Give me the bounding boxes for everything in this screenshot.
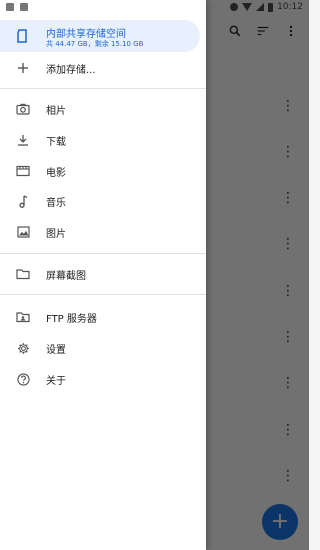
divider <box>0 294 206 295</box>
do-not-disturb-icon <box>230 3 239 11</box>
ftp-server-label: FTP 服务器 <box>46 313 97 325</box>
downloads-label: 下载 <box>46 136 66 148</box>
image-icon <box>16 225 30 239</box>
notification-app-icon <box>20 3 28 11</box>
camera-icon <box>16 102 30 116</box>
shared-folder-icon <box>16 310 30 324</box>
drawer-item-music[interactable]: 音乐 <box>0 186 206 216</box>
navigation-drawer: 内部共享存储空间 共 44.47 GB，剩余 15.10 GB 添加存储... … <box>0 0 206 550</box>
drawer-item-internal-storage[interactable]: 内部共享存储空间 共 44.47 GB，剩余 15.10 GB <box>0 20 200 52</box>
about-label: 关于 <box>46 375 66 387</box>
music-label: 音乐 <box>46 197 66 209</box>
movies-label: 电影 <box>46 167 66 179</box>
drawer-item-settings[interactable]: 设置 <box>0 333 206 363</box>
storage-label: 内部共享存储空间 <box>46 29 126 40</box>
gear-icon <box>16 341 30 355</box>
download-icon <box>16 133 30 147</box>
help-icon <box>16 372 30 386</box>
add-storage-label: 添加存储... <box>46 64 96 76</box>
photos-label: 相片 <box>46 105 66 117</box>
add-icon <box>16 61 30 75</box>
movie-icon <box>16 164 30 178</box>
images-label: 图片 <box>46 228 66 240</box>
signal-icon <box>256 3 265 11</box>
drawer-item-ftp-server[interactable]: FTP 服务器 <box>0 302 206 332</box>
drawer-item-downloads[interactable]: 下载 <box>0 125 206 155</box>
drawer-item-about[interactable]: 关于 <box>0 364 206 394</box>
music-note-icon <box>16 194 30 208</box>
battery-icon <box>268 2 274 12</box>
notification-icons <box>6 3 28 11</box>
status-icons: 10:12 <box>230 0 303 14</box>
wifi-icon <box>242 3 253 11</box>
drawer-item-images[interactable]: 图片 <box>0 217 206 247</box>
sd-card-icon <box>16 28 28 47</box>
drawer-item-photos[interactable]: 相片 <box>0 94 206 124</box>
settings-label: 设置 <box>46 344 66 356</box>
folder-icon <box>16 267 30 281</box>
notification-image-icon <box>6 3 14 11</box>
divider <box>0 88 206 89</box>
storage-usage: 共 44.47 GB，剩余 15.10 GB <box>46 40 144 48</box>
status-time: 10:12 <box>277 2 303 12</box>
divider <box>0 253 206 254</box>
drawer-item-screenshots[interactable]: 屏幕截图 <box>0 259 206 289</box>
drawer-item-movies[interactable]: 电影 <box>0 156 206 186</box>
screenshots-label: 屏幕截图 <box>46 270 86 282</box>
drawer-item-add-storage[interactable]: 添加存储... <box>0 53 206 83</box>
